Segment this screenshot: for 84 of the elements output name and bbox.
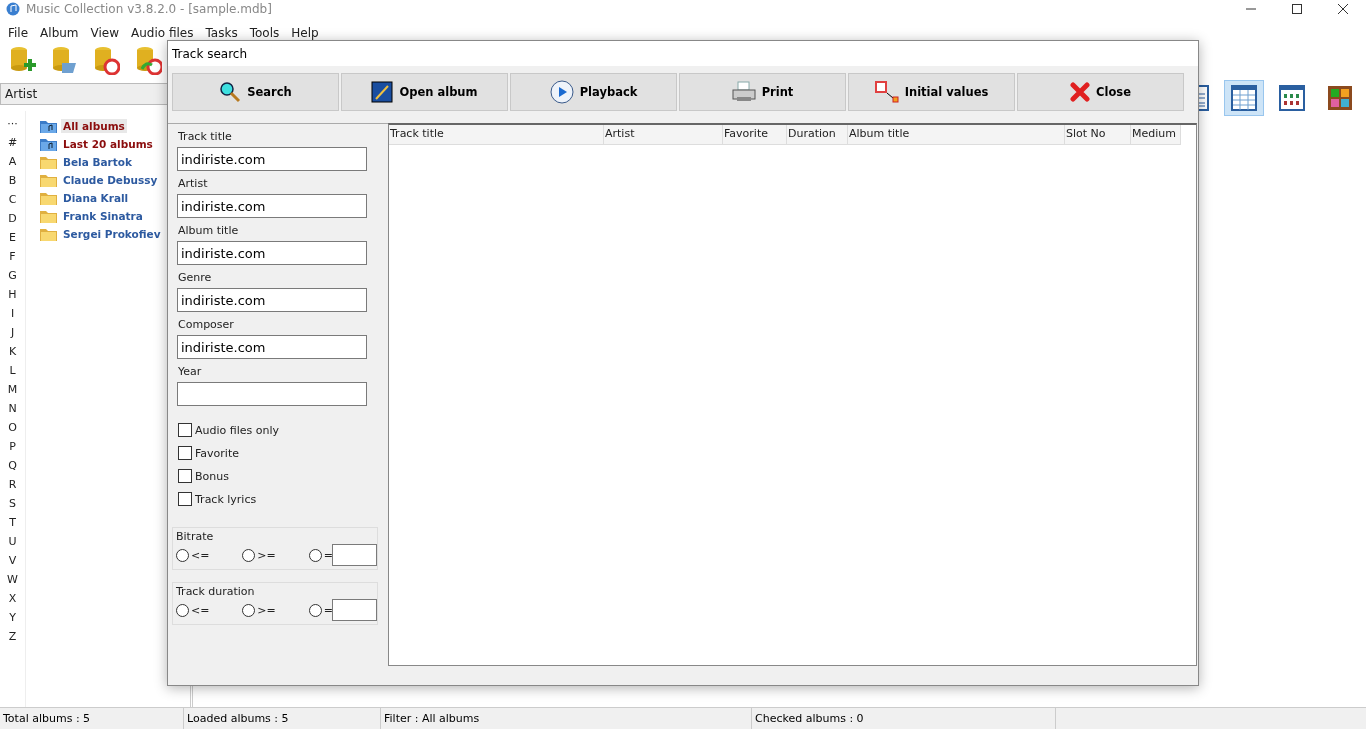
- index-letter[interactable]: A: [8, 155, 17, 174]
- reset-button[interactable]: Initial values: [848, 73, 1015, 111]
- index-letter[interactable]: J: [10, 326, 15, 345]
- radio-label: >=: [257, 603, 276, 617]
- index-letter[interactable]: P: [9, 440, 16, 459]
- close-button[interactable]: Close: [1017, 73, 1184, 111]
- field-label: Album title: [178, 224, 240, 237]
- input-field[interactable]: indiriste.com: [177, 335, 367, 359]
- radio-label: >=: [257, 548, 276, 562]
- checkbox-label: Track lyrics: [195, 492, 257, 506]
- index-letter[interactable]: K: [8, 345, 17, 364]
- index-letter[interactable]: N: [8, 402, 17, 421]
- open-button[interactable]: Open album: [341, 73, 508, 111]
- index-letter[interactable]: X: [8, 592, 17, 611]
- index-letter[interactable]: F: [9, 250, 16, 269]
- index-letter[interactable]: #: [7, 136, 18, 155]
- column-header[interactable]: Artist: [604, 125, 723, 145]
- menu-item[interactable]: Help: [285, 26, 325, 40]
- checkbox-label: Favorite: [195, 446, 239, 460]
- column-header[interactable]: Duration: [787, 125, 848, 145]
- index-letter[interactable]: T: [9, 516, 16, 535]
- column-header[interactable]: Medium: [1131, 125, 1181, 145]
- status-text: Loaded albums : 5: [184, 708, 381, 729]
- column-header[interactable]: Slot No: [1065, 125, 1131, 145]
- index-letter[interactable]: O: [8, 421, 17, 440]
- index-letter[interactable]: G: [8, 269, 17, 288]
- menu-item[interactable]: Tasks: [199, 26, 244, 40]
- input-field[interactable]: indiriste.com: [177, 288, 367, 312]
- print-button[interactable]: Print: [679, 73, 846, 111]
- group-title: Track duration: [176, 585, 256, 598]
- menu-item[interactable]: File: [2, 26, 35, 40]
- column-header[interactable]: Track title: [389, 125, 604, 145]
- input-field[interactable]: indiriste.com: [177, 241, 367, 265]
- tree-item[interactable]: All albums: [61, 119, 127, 133]
- field-label: Composer: [178, 318, 235, 331]
- index-letter[interactable]: ···: [7, 117, 18, 136]
- group-title: Bitrate: [176, 530, 215, 543]
- index-letter[interactable]: M: [7, 383, 18, 402]
- index-letter[interactable]: U: [8, 535, 17, 554]
- radio-label: <=: [191, 603, 210, 617]
- index-letter[interactable]: W: [7, 573, 18, 592]
- play-button[interactable]: Playback: [510, 73, 677, 111]
- tree-item[interactable]: Claude Debussy: [61, 173, 160, 187]
- field-label: Year: [178, 365, 203, 378]
- status-text: Checked albums : 0: [752, 708, 1056, 729]
- tree-item[interactable]: Bela Bartok: [61, 155, 134, 169]
- tree-item[interactable]: Sergei Prokofiev: [61, 227, 163, 241]
- field-label: Artist: [178, 177, 209, 190]
- checkbox-label: Bonus: [195, 469, 229, 483]
- index-letter[interactable]: B: [8, 174, 17, 193]
- column-header[interactable]: Favorite: [723, 125, 787, 145]
- radio-label: =: [323, 548, 333, 562]
- index-letter[interactable]: H: [8, 288, 17, 307]
- menu-item[interactable]: View: [84, 26, 126, 40]
- tree-item[interactable]: Last 20 albums: [61, 137, 155, 151]
- index-letter[interactable]: C: [8, 193, 17, 212]
- index-letter[interactable]: R: [8, 478, 17, 497]
- index-letter[interactable]: Q: [8, 459, 17, 478]
- index-letter[interactable]: L: [9, 364, 16, 383]
- search-button[interactable]: Search: [172, 73, 339, 111]
- status-text: Filter : All albums: [381, 708, 752, 729]
- input-field[interactable]: indiriste.com: [177, 147, 367, 171]
- status-text: Total albums : 5: [0, 708, 184, 729]
- radio-label: <=: [191, 548, 210, 562]
- menu-item[interactable]: Audio files: [125, 26, 200, 40]
- index-letter[interactable]: E: [9, 231, 16, 250]
- index-letter[interactable]: D: [8, 212, 17, 231]
- field-label: Genre: [178, 271, 213, 284]
- input-field[interactable]: indiriste.com: [177, 194, 367, 218]
- dialog-title: Track search: [168, 41, 1198, 66]
- index-letter[interactable]: S: [9, 497, 16, 516]
- index-letter[interactable]: Z: [8, 630, 17, 649]
- menu-item[interactable]: Tools: [243, 26, 286, 40]
- menu-item[interactable]: Album: [34, 26, 85, 40]
- index-letter[interactable]: V: [8, 554, 17, 573]
- field-label: Track title: [178, 130, 233, 143]
- checkbox-label: Audio files only: [195, 423, 279, 437]
- index-letter[interactable]: I: [10, 307, 15, 326]
- window-title: Music Collection v3.8.2.0 - [sample.mdb]: [26, 2, 272, 16]
- tree-item[interactable]: Frank Sinatra: [61, 209, 145, 223]
- column-header[interactable]: Album title: [848, 125, 1065, 145]
- tree-item[interactable]: Diana Krall: [61, 191, 131, 205]
- radio-label: =: [323, 603, 333, 617]
- index-letter[interactable]: Y: [9, 611, 16, 630]
